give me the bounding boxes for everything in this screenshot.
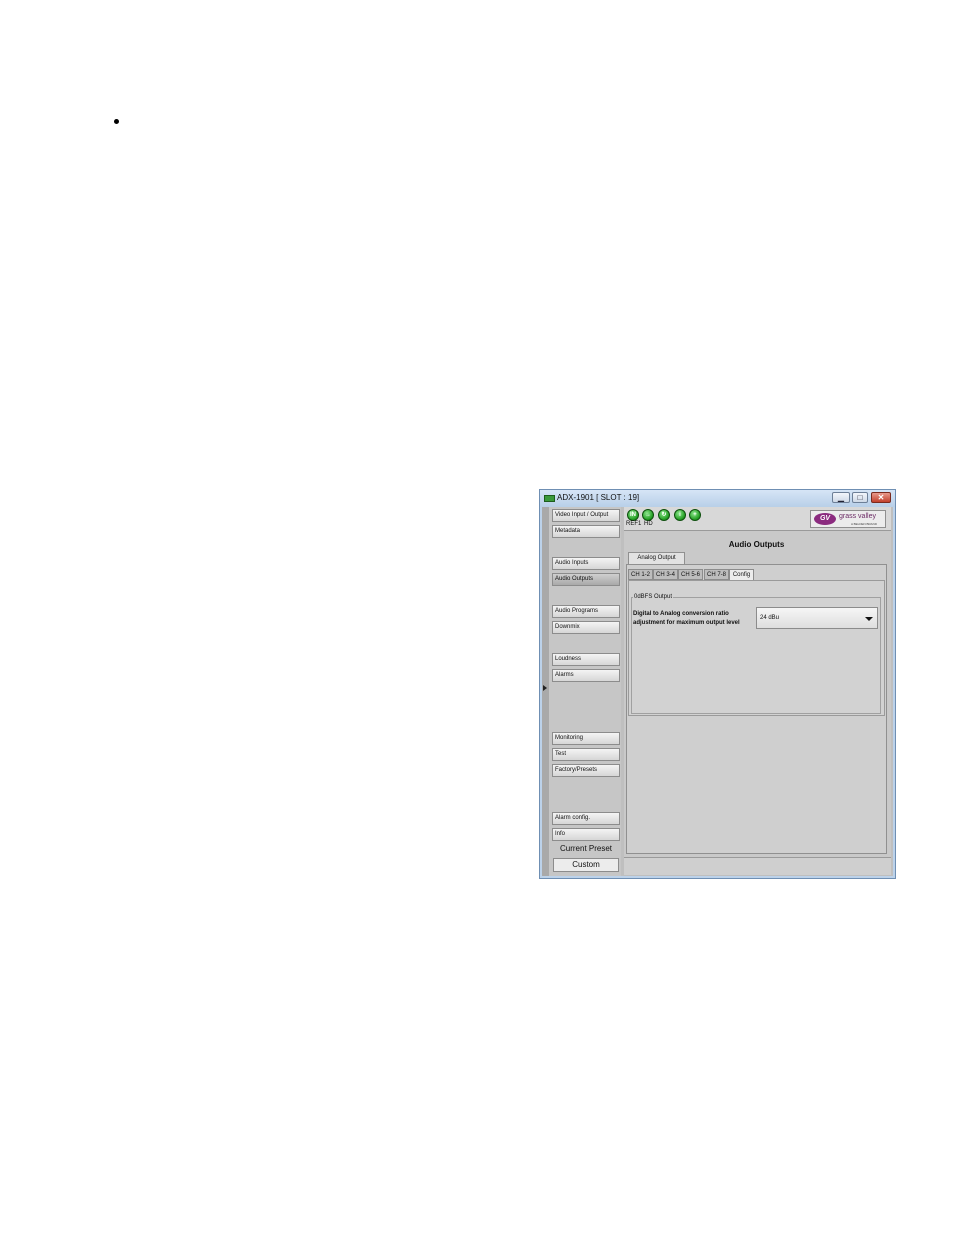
- sidebar-item-video-input-output[interactable]: Video Input / Output: [552, 509, 620, 522]
- sidebar-item-alarms[interactable]: Alarms: [552, 669, 620, 682]
- hd-status-label: HD: [644, 521, 653, 527]
- bullet-point: [114, 119, 119, 124]
- tab-analog-output[interactable]: Analog Output: [628, 552, 685, 564]
- maximize-icon: □: [857, 493, 863, 502]
- app-icon: [544, 495, 555, 502]
- output-level-value: 24 dBu: [760, 615, 780, 621]
- status-bar: [624, 857, 891, 875]
- minimize-button[interactable]: ▁: [832, 492, 850, 503]
- audio-status-icon[interactable]: ↻: [658, 509, 670, 521]
- logo-text: grass valley: [839, 513, 876, 520]
- tab-ch-1-2[interactable]: CH 1-2: [628, 569, 653, 580]
- ref-status-label: REF1: [626, 521, 642, 527]
- maximize-button[interactable]: □: [852, 492, 868, 503]
- close-button[interactable]: ✕: [871, 492, 891, 503]
- current-preset-value: Custom: [553, 858, 619, 872]
- app-window: ADX-1901 [ SLOT : 19] ▁ □ ✕ Video Input …: [539, 489, 896, 879]
- sidebar-item-alarm-config[interactable]: Alarm config.: [552, 812, 620, 825]
- sidebar-item-metadata[interactable]: Metadata: [552, 525, 620, 538]
- window-client: Video Input / Output Metadata Audio Inpu…: [542, 507, 893, 876]
- logo-mark-icon: GV: [814, 513, 836, 525]
- current-preset-label: Current Preset: [559, 844, 613, 853]
- sidebar-item-audio-outputs[interactable]: Audio Outputs: [552, 573, 620, 586]
- ref-status-icon[interactable]: IN: [627, 509, 639, 521]
- chevron-down-icon: [865, 617, 873, 621]
- window-title: ADX-1901 [ SLOT : 19]: [557, 493, 640, 502]
- main-panel: IN → ↻ i + REF1 HD GV grass valley A BEL…: [624, 507, 891, 875]
- hd-status-icon[interactable]: →: [642, 509, 654, 521]
- expand-arrow-icon[interactable]: [543, 685, 547, 691]
- sidebar-item-audio-programs[interactable]: Audio Programs: [552, 605, 620, 618]
- tab-ch-3-4[interactable]: CH 3-4: [653, 569, 678, 580]
- grass-valley-logo: GV grass valley A BELDEN BRAND: [810, 510, 886, 528]
- sidebar-item-info[interactable]: Info: [552, 828, 620, 841]
- group-label: 0dBFS Output: [633, 594, 674, 600]
- close-icon: ✕: [877, 493, 885, 502]
- info-status-icon[interactable]: i: [674, 509, 686, 521]
- page-title: Audio Outputs: [728, 540, 785, 549]
- status-icon-bar: IN → ↻ i + REF1 HD GV grass valley A BEL…: [624, 507, 891, 531]
- sidebar-item-audio-inputs[interactable]: Audio Inputs: [552, 557, 620, 570]
- sidebar-item-loudness[interactable]: Loudness: [552, 653, 620, 666]
- sidebar-item-test[interactable]: Test: [552, 748, 620, 761]
- sidebar-item-monitoring[interactable]: Monitoring: [552, 732, 620, 745]
- minimize-icon: ▁: [837, 493, 845, 502]
- tab-config[interactable]: Config: [729, 569, 754, 580]
- add-status-icon[interactable]: +: [689, 509, 701, 521]
- conversion-ratio-label: Digital to Analog conversion ratio adjus…: [633, 611, 740, 626]
- tab-ch-5-6[interactable]: CH 5-6: [678, 569, 703, 580]
- sidebar-item-downmix[interactable]: Downmix: [552, 621, 620, 634]
- tab-ch-7-8[interactable]: CH 7-8: [704, 569, 729, 580]
- sidebar: Video Input / Output Metadata Audio Inpu…: [549, 507, 621, 876]
- collapse-strip[interactable]: [542, 507, 549, 876]
- sidebar-item-factory-presets[interactable]: Factory/Presets: [552, 764, 620, 777]
- title-bar[interactable]: ADX-1901 [ SLOT : 19] ▁ □ ✕: [540, 490, 895, 507]
- logo-subtext: A BELDEN BRAND: [851, 522, 878, 526]
- output-level-select[interactable]: 24 dBu: [756, 607, 878, 629]
